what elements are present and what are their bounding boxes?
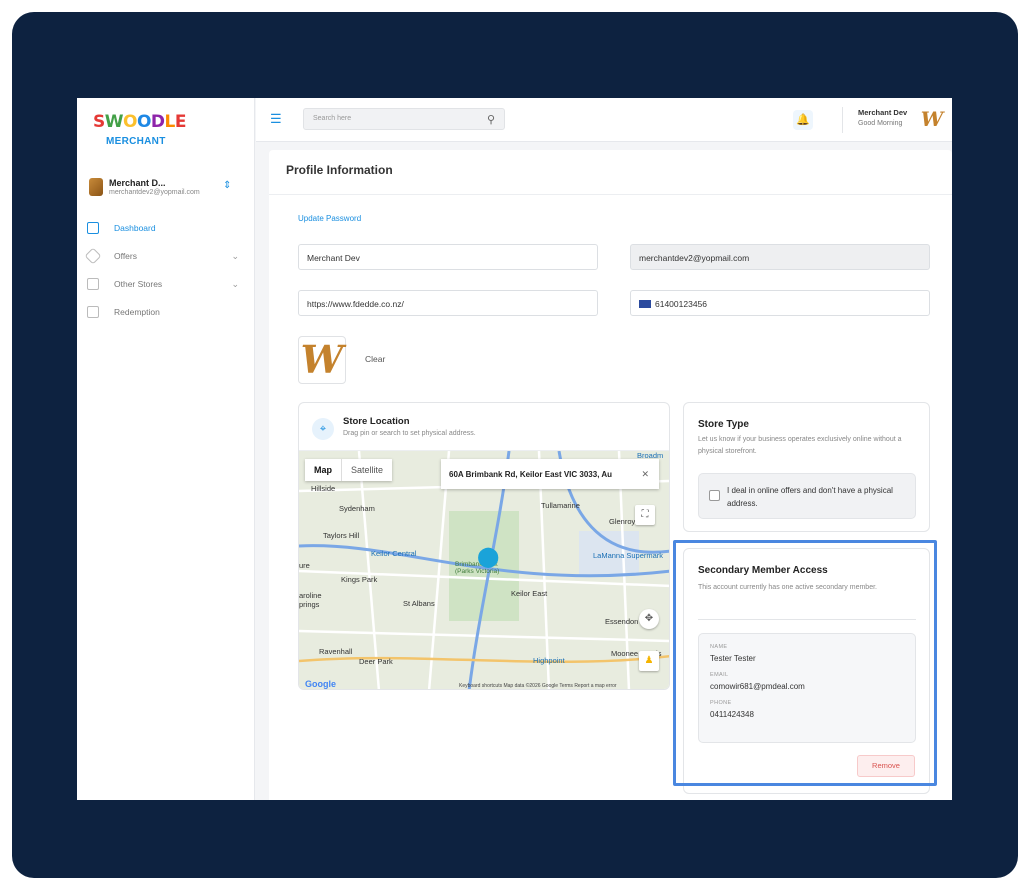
sidebar-item-label: Dashboard [114, 223, 156, 233]
email-field[interactable]: merchantdev2@yopmail.com [630, 244, 930, 270]
map-label: Hillside [311, 484, 336, 493]
sidebar-item-other-stores[interactable]: Other Stores ⌄ [87, 270, 245, 298]
brand-subtitle: MERCHANT [106, 136, 166, 147]
address-value: 60A Brimbank Rd, Keilor East VIC 3033, A… [449, 470, 613, 479]
chevron-down-icon: ⌄ [231, 278, 239, 289]
sidebar-item-offers[interactable]: Offers ⌄ [84, 242, 245, 270]
avatar[interactable]: W [920, 107, 944, 131]
divider [842, 107, 843, 133]
app-window: SWOODLE MERCHANT Merchant D... merchantd… [77, 98, 952, 800]
australia-flag-icon[interactable] [639, 300, 651, 308]
store-location-card: ⌖ Store Location Drag pin or search to s… [298, 402, 670, 690]
profile-panel: Profile Information Update Password Merc… [269, 150, 952, 800]
map-label: Highpoint [533, 656, 565, 665]
calendar-icon [87, 306, 99, 318]
store-type-desc: Let us know if your business operates ex… [698, 436, 902, 455]
map-label: Kings Park [341, 575, 378, 584]
sidebar: SWOODLE MERCHANT Merchant D... merchantd… [77, 98, 255, 800]
chevron-updown-icon[interactable]: ⇕ [223, 180, 231, 191]
search-icon[interactable]: ⚲ [487, 113, 495, 126]
name-field[interactable]: Merchant Dev [298, 244, 598, 270]
topbar: ☰ Search here ⚲ 🔔 Merchant Dev Good Morn… [256, 98, 952, 142]
tag-icon [84, 247, 102, 265]
online-only-checkbox[interactable] [709, 490, 720, 501]
map-label: Deer Park [359, 657, 393, 666]
map-label: aroline prings [299, 591, 322, 609]
map-label: ure [299, 561, 310, 570]
map-footer: Keyboard shortcuts Map data ©2026 Google… [459, 683, 617, 689]
map-label: LaManna Supermark [593, 551, 664, 560]
menu-icon[interactable]: ☰ [270, 112, 284, 125]
store-location-subtitle: Drag pin or search to set physical addre… [343, 430, 476, 437]
online-only-option[interactable]: I deal in online offers and don't have a… [698, 473, 916, 519]
tab-satellite[interactable]: Satellite [342, 459, 392, 481]
account-name: Merchant D... [109, 178, 166, 188]
sidebar-item-redemption[interactable]: Redemption [87, 298, 245, 326]
website-field[interactable]: https://www.fdedde.co.nz/ [298, 290, 598, 316]
sidebar-nav: Dashboard Offers ⌄ Other Stores ⌄ Redemp… [84, 214, 245, 326]
store-icon [87, 278, 99, 290]
store-logo-image[interactable]: W [298, 336, 346, 384]
avatar [89, 178, 103, 196]
search-input[interactable]: Search here ⚲ [303, 108, 505, 130]
chevron-down-icon: ⌄ [231, 250, 239, 261]
store-type-card: Store Type Let us know if your business … [683, 402, 930, 532]
tab-map[interactable]: Map [305, 459, 342, 481]
clear-logo-button[interactable]: Clear [365, 354, 385, 364]
camera-control-icon[interactable]: ✥ [639, 609, 659, 629]
map-label: Taylors Hill [323, 531, 360, 540]
store-location-header: ⌖ Store Location Drag pin or search to s… [299, 403, 669, 451]
map-label: St Albans [403, 599, 435, 608]
sidebar-item-dashboard[interactable]: Dashboard [87, 214, 245, 242]
store-location-title: Store Location [343, 416, 410, 427]
map-label: Glenroy [609, 517, 636, 526]
location-pin-icon: ⌖ [312, 418, 334, 440]
pegman-icon[interactable]: ♟ [639, 651, 659, 671]
sidebar-item-label: Other Stores [114, 279, 163, 289]
address-search-box[interactable]: 60A Brimbank Rd, Keilor East VIC 3033, A… [441, 459, 659, 489]
map-type-tabs: Map Satellite [305, 459, 393, 481]
update-password-link[interactable]: Update Password [298, 214, 361, 223]
map-label: Keilor East [511, 589, 548, 598]
phone-field[interactable]: 61400123456 [630, 290, 930, 316]
header-user-name: Merchant Dev [858, 108, 908, 117]
map-label: Ravenhall [319, 647, 353, 656]
account-email: merchantdev2@yopmail.com [109, 189, 200, 196]
secondary-member-highlight [673, 540, 937, 786]
phone-value: 61400123456 [655, 299, 708, 309]
dashboard-icon [87, 222, 99, 234]
google-logo: Google [305, 679, 336, 689]
map-canvas[interactable]: Hillside Sydenham Taylors Hill Keilor Ce… [299, 451, 669, 689]
header-greeting: Good Morning [858, 120, 903, 127]
account-switcher[interactable]: Merchant D... merchantdev2@yopmail.com ⇕ [89, 176, 239, 200]
map-pin-icon[interactable]: ⬤ [477, 547, 499, 567]
fullscreen-icon[interactable]: ⛶ [635, 505, 655, 525]
page-title: Profile Information [269, 150, 952, 195]
map-label: Sydenham [339, 504, 375, 513]
store-type-title: Store Type [698, 419, 749, 430]
search-placeholder: Search here [313, 115, 352, 122]
online-only-label: I deal in online offers and don't have a… [727, 486, 893, 508]
notification-bell-icon[interactable]: 🔔 [793, 110, 813, 130]
map-label: Tullamarine [541, 501, 580, 510]
sidebar-item-label: Redemption [114, 307, 160, 317]
map-label: Essendon [605, 617, 639, 626]
close-icon[interactable]: ✕ [641, 469, 649, 480]
map-label: Keilor Central [371, 549, 417, 558]
brand-logo[interactable]: SWOODLE [93, 112, 187, 132]
sidebar-item-label: Offers [114, 251, 137, 261]
store-type-heading: Store Type Let us know if your business … [698, 419, 918, 458]
